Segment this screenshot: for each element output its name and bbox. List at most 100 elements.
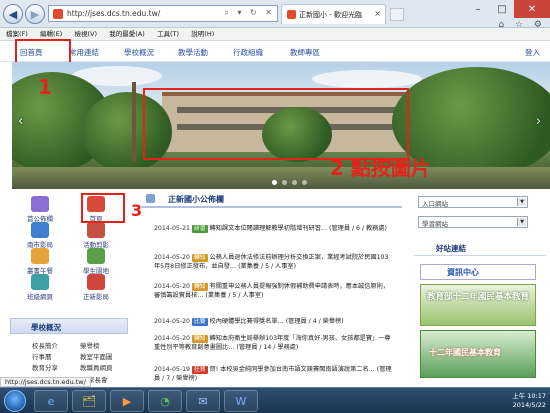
category-badge: 研習 xyxy=(191,225,208,233)
pager-dot[interactable] xyxy=(292,180,297,185)
pager-dot[interactable] xyxy=(302,180,307,185)
browser-tab[interactable]: 正新國小 - 歡迎光臨 × xyxy=(281,4,386,24)
clock-time: 上午 10:17 xyxy=(512,392,546,400)
address-bar[interactable]: http://jses.dcs.tn.edu.tw/ ⌕ ▾ ↻ ✕ xyxy=(48,5,278,22)
news-item[interactable]: 2014-05-21 研習 轉知課文本位閱讀理解教學初階增刊研習… (管理員 /… xyxy=(154,224,394,233)
highlight-box-step3 xyxy=(81,193,125,223)
mail-taskbar-icon[interactable]: ✉ xyxy=(186,390,220,412)
tab-favicon-icon xyxy=(287,10,296,19)
nav-links[interactable]: 常用連結 xyxy=(69,47,99,58)
bulletin-board: 正新國小公佈欄 2014-05-21 研習 轉知課文本位閱讀理解教學初階增刊研習… xyxy=(140,190,402,400)
video-icon xyxy=(87,274,105,290)
dropdown-arrow-icon: ▼ xyxy=(517,198,526,206)
category-badge: 轉知 xyxy=(191,283,208,291)
bulletin-header: 正新國小公佈欄 xyxy=(140,190,402,208)
news-item[interactable]: 2014-05-20 轉知 公務人員退休法修法前辦理分析交換正案，業經考試院於民… xyxy=(154,253,394,271)
news-item[interactable]: 2014-05-20 比賽 校內硬體學比賽得獎名單… (管理員 / 4 / 榮譽… xyxy=(154,317,394,326)
icon-link-lunch[interactable]: 叢書午餐 xyxy=(14,248,66,275)
site-favicon-icon xyxy=(53,9,63,19)
icon-link-class-pages[interactable]: 班級網頁 xyxy=(14,274,66,301)
icon-link-activity-photos[interactable]: 活動剪影 xyxy=(70,222,122,249)
minimize-button[interactable]: – xyxy=(466,0,490,18)
category-badge: 比賽 xyxy=(191,318,208,326)
link-floor-plan[interactable]: 教室平面圖 xyxy=(80,351,113,361)
category-badge: 狂賀 xyxy=(191,366,208,374)
icon-link-school-video[interactable]: 正新影局 xyxy=(70,274,122,301)
login-link[interactable]: 登入 xyxy=(525,47,540,58)
status-bar: http://jses.dcs.tn.edu.tw/ xyxy=(0,377,91,387)
news-text[interactable]: 有關重申公務人員提報強制休假補助費申請表時，應本誠信原則，審慎籌設實員核… (業… xyxy=(154,283,389,299)
nav-teachers[interactable]: 教師專區 xyxy=(290,47,320,58)
learning-select[interactable]: 學習網站 ▼ xyxy=(418,216,528,228)
news-item[interactable]: 2014-05-20 轉知 有關重申公務人員提報強制休假補助費申請表時，應本誠信… xyxy=(154,282,394,300)
link-calendar[interactable]: 行事曆 xyxy=(32,351,52,361)
explorer-taskbar-icon[interactable]: 🗂 xyxy=(72,390,106,412)
film-icon xyxy=(31,222,49,238)
right-sidebar: 入口網站 ▼ 學習網站 ▼ 好站連結 資訊中心 教育部十二年國民基本教育 十二年國民… xyxy=(412,190,550,400)
browser-titlebar: ◀ ▶ http://jses.dcs.tn.edu.tw/ ⌕ ▾ ↻ ✕ 正… xyxy=(0,0,550,30)
icon-label: 班級網頁 xyxy=(27,293,53,301)
maximize-button[interactable]: □ xyxy=(490,0,514,18)
menu-help[interactable]: 說明(H) xyxy=(191,28,214,41)
banner-ground xyxy=(12,167,550,189)
dropdown-arrow-icon: ▼ xyxy=(517,218,526,226)
system-clock[interactable]: 上午 10:17 2014/5/22 xyxy=(470,392,546,410)
icon-link-tainan-video[interactable]: 南市影局 xyxy=(14,222,66,249)
close-window-button[interactable]: ✕ xyxy=(514,0,550,18)
link-principal[interactable]: 校長簡介 xyxy=(32,340,58,350)
link-honor-roll[interactable]: 榮譽榜 xyxy=(80,340,100,350)
resource-center-banner[interactable]: 資訊中心 xyxy=(420,264,536,280)
banner-prev-icon[interactable]: ‹ xyxy=(18,114,23,129)
portal-select[interactable]: 入口網站 ▼ xyxy=(418,196,528,208)
icon-label: 正新影局 xyxy=(83,293,109,301)
category-badge: 轉知 xyxy=(191,335,208,343)
school-info-header[interactable]: 學校概況 xyxy=(10,318,128,334)
menu-bar: 檔案(F) 編輯(E) 檢視(V) 我的最愛(A) 工具(T) 說明(H) xyxy=(0,28,550,41)
news-text[interactable]: 公務人員退休法修法前辦理分析交換正案，業經考試院於民國103年5月8日修正發布，… xyxy=(154,254,388,270)
news-text[interactable]: 轉知課文本位閱讀理解教學初階增刊研習… (管理員 / 6 / 教務處) xyxy=(210,225,387,232)
start-button[interactable] xyxy=(4,390,26,412)
link-staff-pages[interactable]: 教職員網頁 xyxy=(80,362,113,372)
news-text[interactable]: 轉知本府衛生局舉辦103年度「海你真好-男孩、女孩都是寶」一尊重性別平等教育創意… xyxy=(154,335,391,351)
annotation-step1: 1 xyxy=(38,75,52,99)
nav-admin[interactable]: 行政組織 xyxy=(233,47,263,58)
address-url[interactable]: http://jses.dcs.tn.edu.tw/ xyxy=(67,9,160,18)
back-button[interactable]: ◀ xyxy=(3,4,23,24)
pager-dot[interactable] xyxy=(272,180,277,185)
chrome-taskbar-icon[interactable]: ◔ xyxy=(148,390,182,412)
ie-taskbar-icon[interactable]: e xyxy=(34,390,68,412)
twelve-year-banner[interactable]: 十二年國民基本教育 xyxy=(420,330,536,378)
media-player-taskbar-icon[interactable]: ▶ xyxy=(110,390,144,412)
news-item[interactable]: 2014-05-20 轉知 轉知本府衛生局舉辦103年度「海你真好-男孩、女孩都… xyxy=(154,334,394,352)
word-taskbar-icon[interactable]: W xyxy=(224,390,258,412)
news-text[interactable]: 賀! 本校吳金純同學參加台南市語文競賽閩南語演說第二名… (管理員 / 7 / … xyxy=(154,366,392,382)
menu-favorites[interactable]: 我的最愛(A) xyxy=(109,28,145,41)
icon-link-student-garden[interactable]: 學生園地 xyxy=(70,248,122,275)
banner-next-icon[interactable]: › xyxy=(536,114,541,129)
menu-view[interactable]: 檢視(V) xyxy=(74,28,97,41)
pager-dot[interactable] xyxy=(282,180,287,185)
students-icon xyxy=(87,248,105,264)
annotation-step2: 2 點按圖片 xyxy=(330,156,431,180)
banner-pager[interactable] xyxy=(272,180,307,185)
lunch-icon xyxy=(31,248,49,264)
nav-school-info[interactable]: 學校概況 xyxy=(124,47,154,58)
friend-links-title: 好站連結 xyxy=(436,244,466,253)
news-item[interactable]: 2014-05-19 狂賀 賀! 本校吳金純同學參加台南市語文競賽閩南語演說第二… xyxy=(154,365,394,383)
forward-button[interactable]: ▶ xyxy=(25,4,45,24)
news-text[interactable]: 校內硬體學比賽得獎名單… (管理員 / 4 / 榮譽榜) xyxy=(210,318,344,325)
windows-taskbar: e 🗂 ▶ ◔ ✉ W 上午 10:17 2014/5/22 xyxy=(0,387,550,413)
icon-link-bulletin[interactable]: 首公佈欄 xyxy=(14,196,66,223)
class-icon xyxy=(31,274,49,290)
palm-trunk xyxy=(132,82,136,162)
cloud xyxy=(312,70,422,88)
edu-ministry-banner[interactable]: 教育部十二年國民基本教育 xyxy=(420,284,536,326)
nav-teaching[interactable]: 教學活動 xyxy=(178,47,208,58)
address-tools-icon[interactable]: ⌕ ▾ ↻ ✕ xyxy=(224,8,275,18)
tab-close-icon[interactable]: × xyxy=(374,9,381,18)
link-edu-share[interactable]: 教育分享 xyxy=(32,362,58,372)
link-parents[interactable]: 家長會 xyxy=(88,374,108,384)
clock-date: 2014/5/22 xyxy=(512,401,546,409)
menu-tools[interactable]: 工具(T) xyxy=(157,28,179,41)
new-tab-button[interactable] xyxy=(390,8,404,21)
